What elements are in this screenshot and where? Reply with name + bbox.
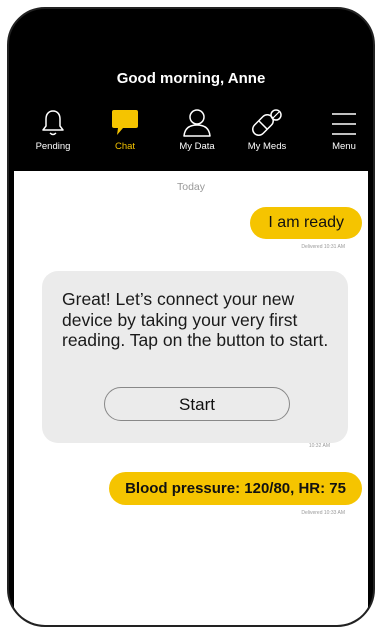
nav-label-my-meds: My Meds	[247, 141, 287, 152]
app-header: Good morning, Anne Pending Chat My Data …	[14, 14, 368, 171]
message-status: Delivered 10:31 AM	[301, 244, 345, 250]
bot-message-bubble: Great! Let’s connect your new device by …	[42, 271, 348, 443]
message-timestamp: 10:32 AM	[308, 443, 330, 449]
chat-area[interactable]: Today I am ready Delivered 10:31 AM Grea…	[14, 171, 368, 625]
pill-icon	[252, 109, 282, 136]
nav-item-my-meds[interactable]: My Meds	[234, 108, 300, 152]
user-message-bubble: Blood pressure: 120/80, HR: 75	[109, 472, 362, 505]
message-status: Delivered 10:33 AM	[301, 510, 345, 516]
nav-label-menu: Menu	[332, 141, 356, 152]
user-message-bubble: I am ready	[250, 207, 362, 239]
chat-bubble-icon	[112, 110, 138, 135]
nav-item-pending[interactable]: Pending	[20, 108, 86, 152]
hamburger-menu-icon	[332, 113, 356, 135]
bell-icon	[42, 110, 64, 136]
user-icon	[183, 109, 211, 137]
date-separator: Today	[176, 181, 206, 193]
start-button[interactable]: Start	[104, 387, 290, 421]
nav-label-pending: Pending	[35, 141, 71, 152]
bot-message-text: Great! Let’s connect your new device by …	[62, 289, 329, 350]
nav-item-my-data[interactable]: My Data	[164, 108, 230, 152]
nav-item-chat[interactable]: Chat	[92, 108, 158, 152]
top-nav: Pending Chat My Data My Meds Menu	[14, 108, 368, 162]
phone-screen: Good morning, Anne Pending Chat My Data …	[14, 14, 368, 625]
nav-item-menu[interactable]: Menu	[311, 108, 368, 152]
phone-frame: Good morning, Anne Pending Chat My Data …	[7, 7, 375, 627]
nav-label-chat: Chat	[114, 141, 136, 152]
nav-label-my-data: My Data	[179, 141, 215, 152]
greeting-title: Good morning, Anne	[116, 70, 266, 87]
